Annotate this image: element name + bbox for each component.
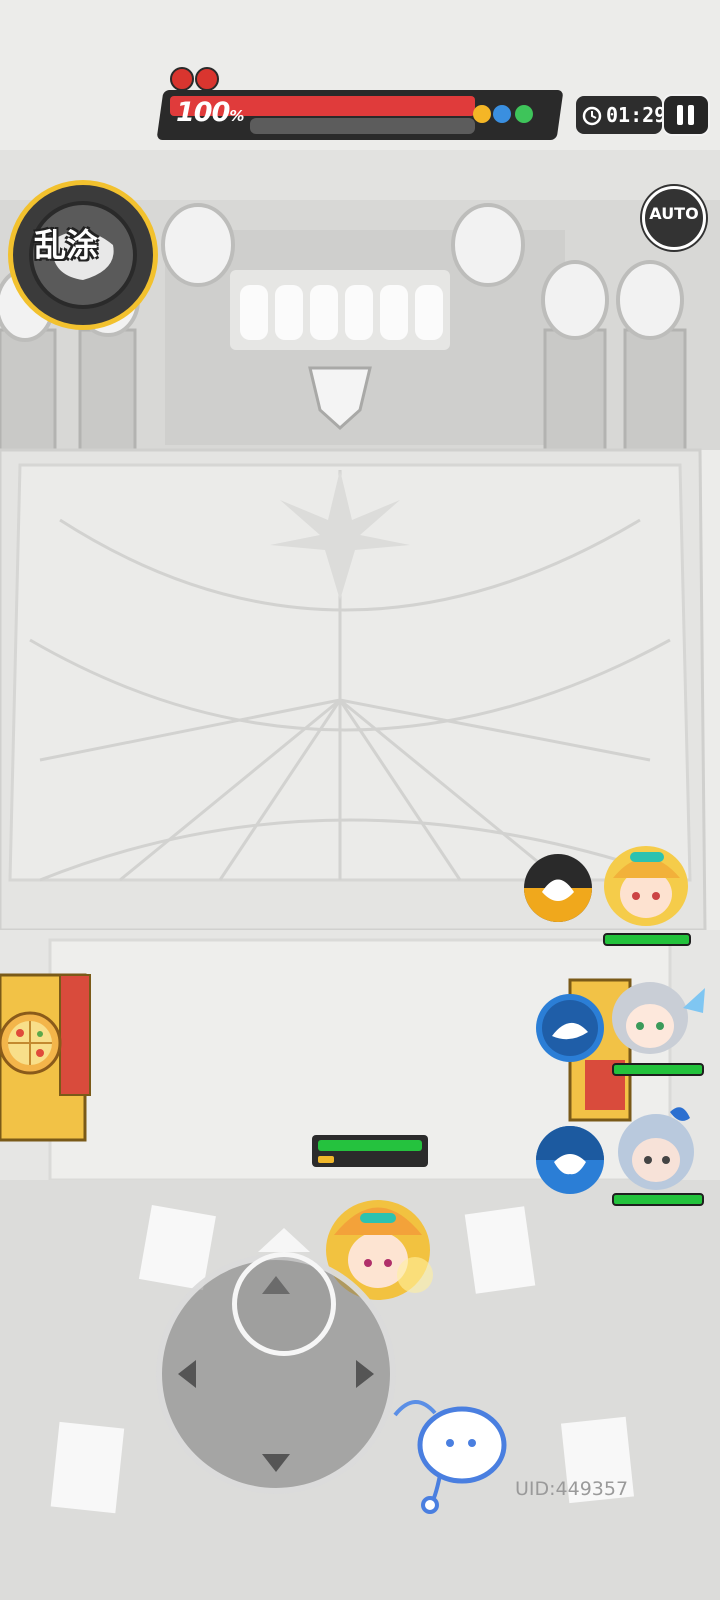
player-hp-fill [318,1140,422,1151]
pizza-icon [0,1011,62,1075]
party-portrait-3[interactable] [610,1100,705,1195]
party-skill-icon-1[interactable] [522,852,594,924]
life-dot [170,67,194,91]
life-dot [195,67,219,91]
party-hp-bar-2 [612,1063,704,1076]
pause-button[interactable] [662,94,710,136]
joystick-up-arrow-icon [258,1228,310,1252]
pause-icon [677,105,694,125]
hp-bar-secondary [250,118,475,134]
skill-label: 乱涂 [34,226,99,264]
hp-value: 100 [176,97,230,128]
party-portrait-2[interactable] [605,968,705,1063]
auto-label: AUTO [649,204,699,223]
player-energy-fill [318,1156,334,1163]
hp-unit: % [229,107,244,125]
ghost-pet-icon [393,1400,507,1514]
joystick-knob[interactable] [232,1252,336,1356]
party-hp-bar-1 [603,933,691,946]
hp-percent-text: 100% [176,97,244,131]
party-hp-bar-3 [612,1193,704,1206]
clock-icon [582,106,602,126]
uid-label: UID:449357 [515,1478,629,1500]
party-portrait-1[interactable] [598,838,693,928]
paint-splat-icon [473,105,533,123]
party-skill-icon-2[interactable] [534,992,606,1064]
party-skill-icon-3[interactable] [534,1124,606,1196]
timer-text: 01:29 [606,103,667,127]
